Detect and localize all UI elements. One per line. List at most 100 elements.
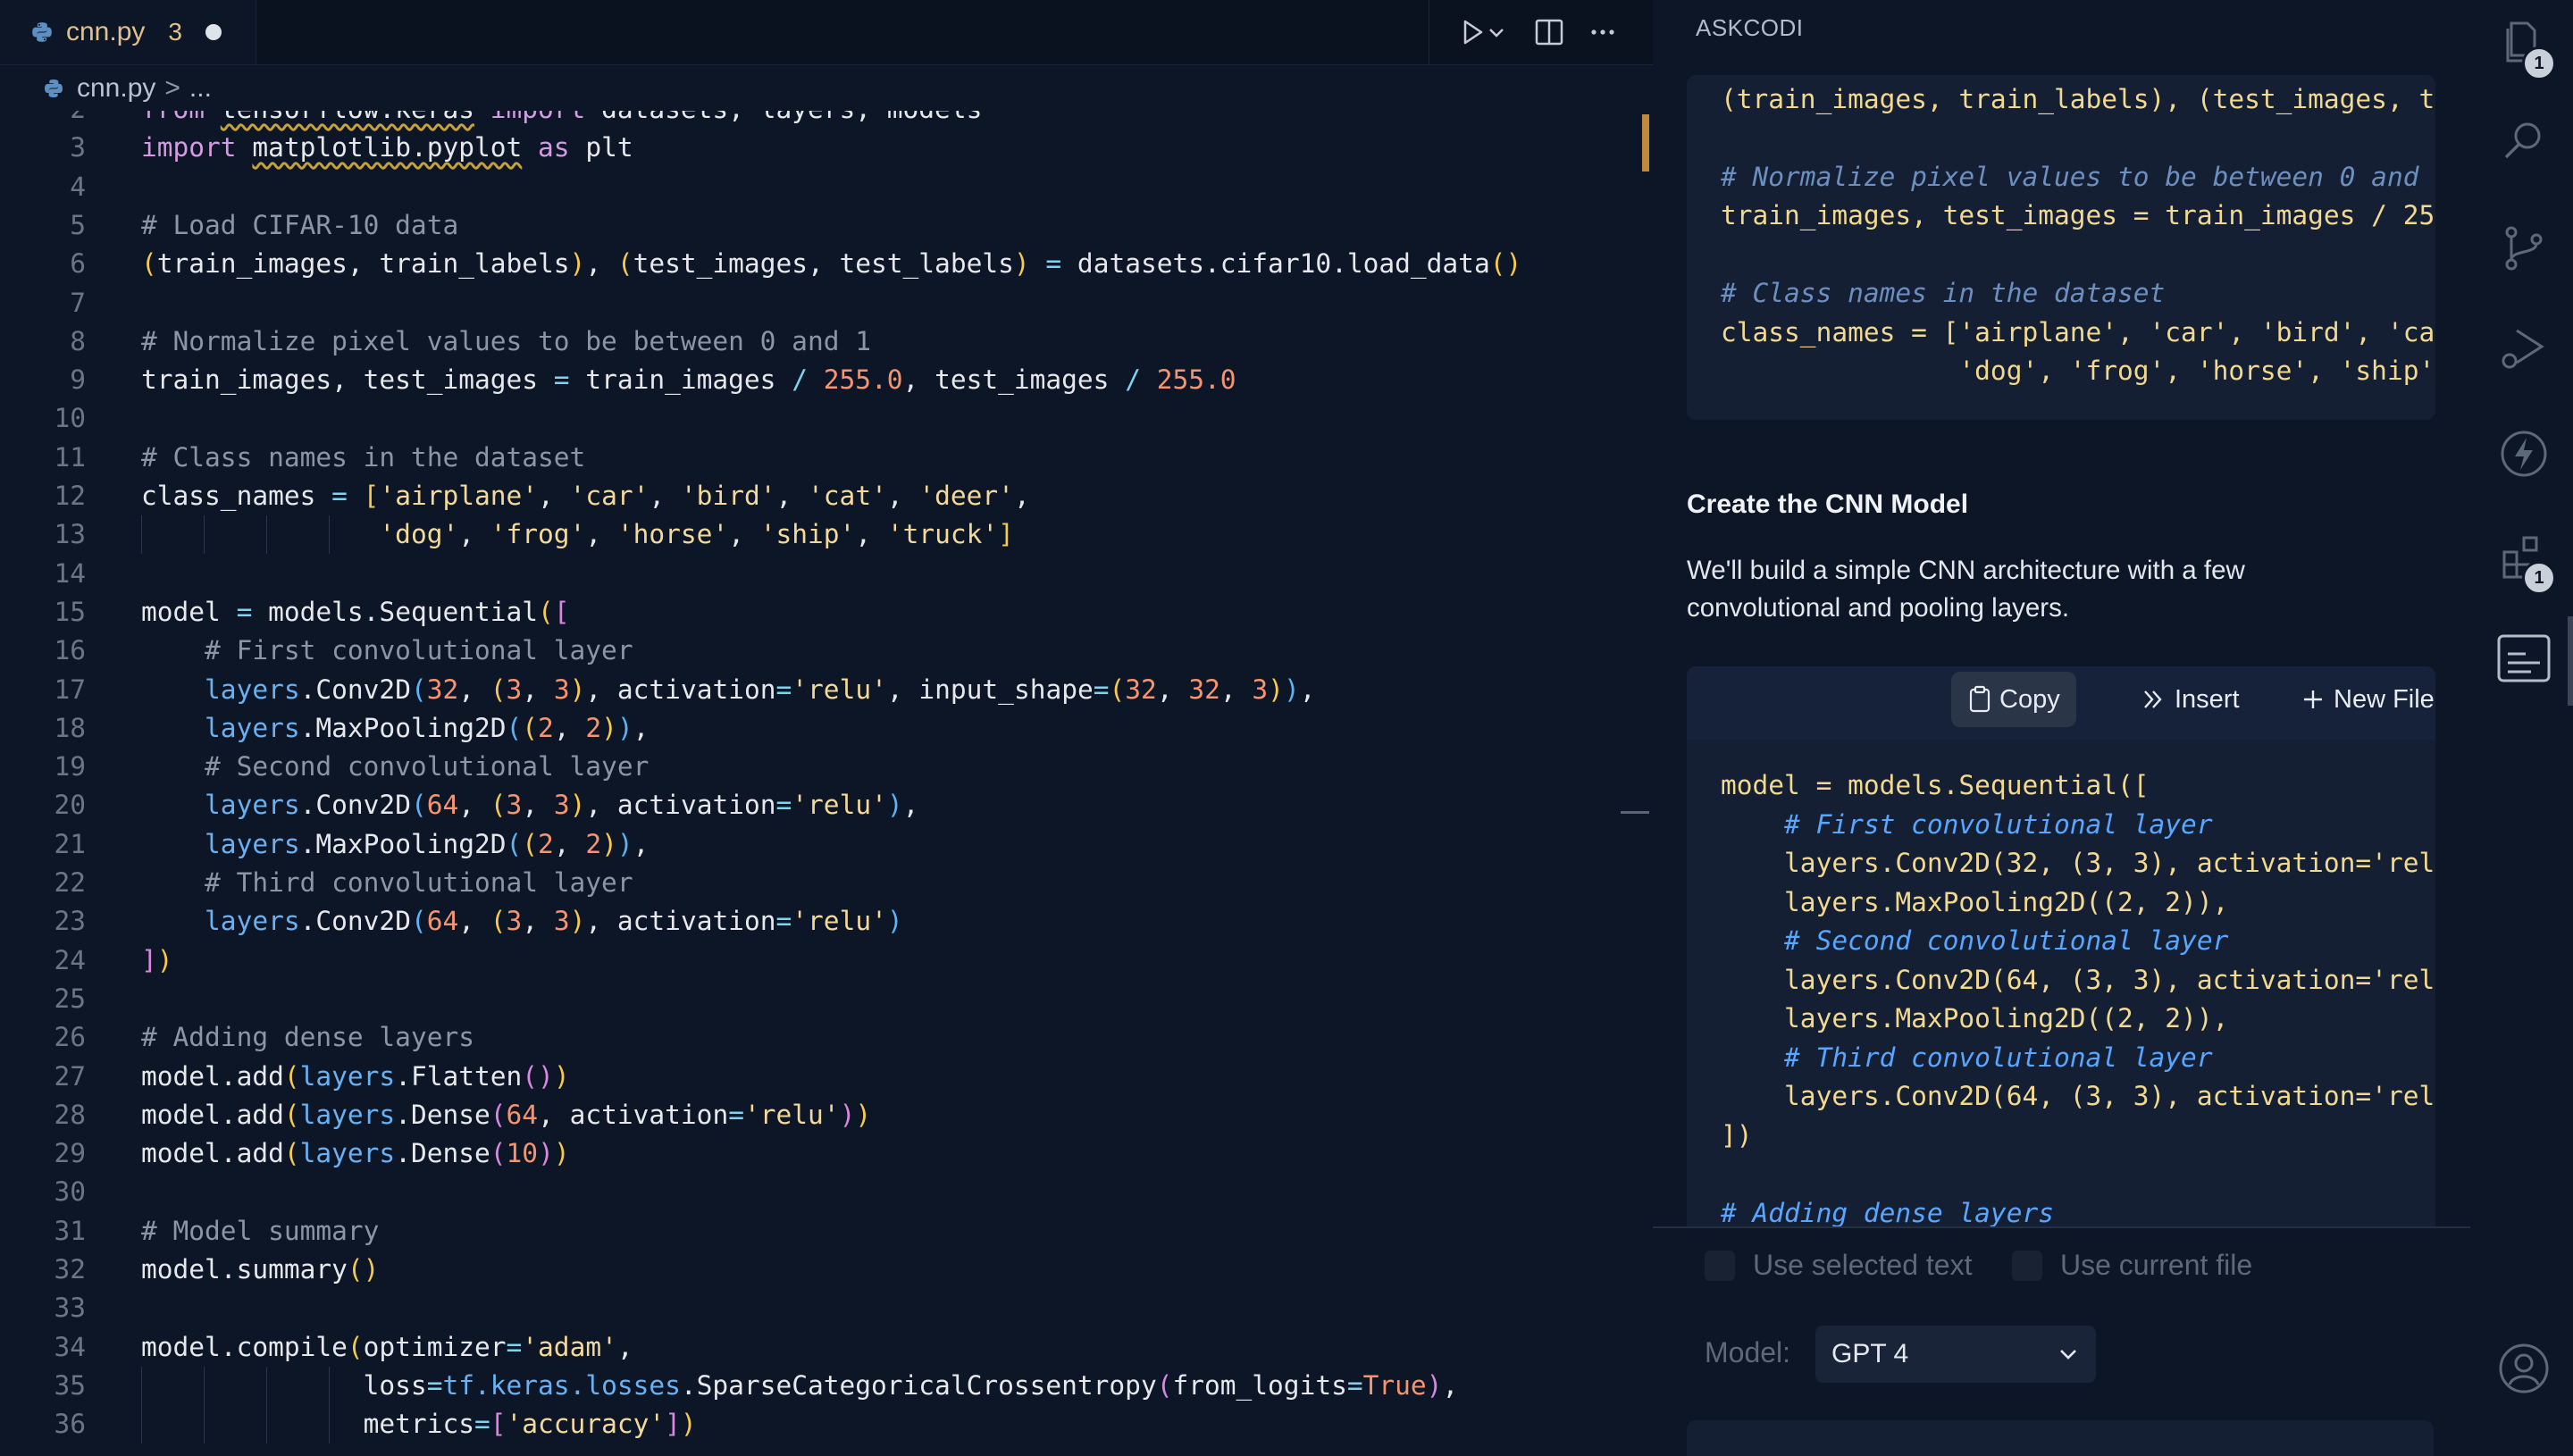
- code-line[interactable]: 22 # Third convolutional layer: [0, 864, 1635, 902]
- activity-bar: 1 1: [2470, 0, 2573, 1445]
- code-line[interactable]: 19 # Second convolutional layer: [0, 748, 1635, 786]
- code-block-line: layers.Conv2D(64, (3, 3), activation='re…: [1721, 964, 2435, 995]
- line-text: class_names = ['airplane', 'car', 'bird'…: [141, 481, 1030, 511]
- code-line[interactable]: 29 model.add(layers.Dense(10)): [0, 1134, 1635, 1173]
- line-text: model.add(layers.Dense(10)): [141, 1138, 570, 1169]
- prompt-input[interactable]: [1687, 1420, 2434, 1456]
- line-text: model.add(layers.Flatten()): [141, 1060, 570, 1092]
- line-number: 19: [54, 751, 86, 782]
- line-text: # Second convolutional layer: [205, 751, 650, 782]
- code-line[interactable]: 35 loss=tf.keras.losses.SparseCategorica…: [0, 1366, 1635, 1405]
- new-file-button[interactable]: New File: [2300, 672, 2435, 727]
- line-text: from tensorflow.keras import datasets, l…: [141, 111, 982, 129]
- copy-button[interactable]: Copy: [1951, 672, 2076, 727]
- line-number: 18: [54, 712, 86, 743]
- code-line[interactable]: 10: [0, 399, 1635, 438]
- run-debug-icon[interactable]: [2497, 322, 2551, 375]
- split-editor-icon[interactable]: [1530, 13, 1569, 52]
- askcodi-chat-icon[interactable]: [2497, 632, 2551, 686]
- code-line[interactable]: 14: [0, 555, 1635, 593]
- code-line[interactable]: 6 (train_images, train_labels), (test_ima…: [0, 245, 1635, 283]
- code-line[interactable]: 13 'dog', 'frog', 'horse', 'ship', 'truc…: [0, 515, 1635, 555]
- code-line[interactable]: 16 # First convolutional layer: [0, 632, 1635, 670]
- line-number: 7: [70, 287, 86, 318]
- code-line[interactable]: 25: [0, 980, 1635, 1018]
- breadcrumb: cnn.py > ...: [0, 66, 1653, 111]
- new-file-label: New File: [2334, 684, 2435, 714]
- code-line[interactable]: 27 model.add(layers.Flatten()): [0, 1058, 1635, 1096]
- panel-scrollbar[interactable]: [2568, 616, 2573, 706]
- code-line[interactable]: 9 train_images, test_images = train_image…: [0, 361, 1635, 399]
- scrollbar-change-marker: [1642, 114, 1649, 172]
- copy-label: Copy: [1999, 684, 2060, 714]
- code-block-line: 'dog', 'frog', 'horse', 'ship',: [1721, 356, 2435, 386]
- code-block-toolbar: Copy Insert New File: [1687, 666, 2435, 740]
- code-line[interactable]: 28 model.add(layers.Dense(64, activation=…: [0, 1096, 1635, 1134]
- section-heading: Create the CNN Model: [1687, 490, 1969, 519]
- line-number: 10: [54, 403, 86, 434]
- plus-icon: [2304, 690, 2322, 708]
- line-number: 28: [54, 1099, 86, 1130]
- unsaved-dot-icon[interactable]: [205, 24, 222, 40]
- insert-button[interactable]: Insert: [2141, 672, 2240, 727]
- breadcrumb-separator: >: [164, 73, 180, 103]
- line-number: 21: [54, 828, 86, 859]
- line-number: 2: [0, 111, 86, 129]
- code-line[interactable]: 5 # Load CIFAR-10 data: [0, 206, 1635, 245]
- account-icon[interactable]: [2497, 1342, 2551, 1395]
- use-current-file-checkbox[interactable]: [2012, 1250, 2042, 1281]
- breadcrumb-file[interactable]: cnn.py: [77, 73, 155, 104]
- code-line[interactable]: 18 layers.MaxPooling2D((2, 2)),: [0, 709, 1635, 748]
- line-number: 16: [54, 635, 86, 666]
- use-selected-text-label: Use selected text: [1753, 1249, 1973, 1281]
- code-line[interactable]: 11 # Class names in the dataset: [0, 439, 1635, 477]
- code-line[interactable]: 30: [0, 1173, 1635, 1211]
- code-line[interactable]: 4: [0, 168, 1635, 206]
- code-line[interactable]: 2 from tensorflow.keras import datasets, …: [0, 111, 1635, 129]
- code-block-line: layers.MaxPooling2D((2, 2)),: [1721, 886, 2229, 917]
- clipboard-icon: [1969, 685, 1991, 713]
- code-line[interactable]: 8 # Normalize pixel values to be between …: [0, 322, 1635, 361]
- use-current-file-option[interactable]: Use current file: [2012, 1249, 2252, 1282]
- code-line[interactable]: 33: [0, 1289, 1635, 1327]
- code-line[interactable]: 3 import matplotlib.pyplot as plt: [0, 129, 1635, 167]
- code-block-line: # Class names in the dataset: [1721, 278, 2166, 308]
- line-number: 29: [54, 1138, 86, 1169]
- code-area[interactable]: 2 from tensorflow.keras import datasets, …: [0, 111, 1635, 1445]
- line-text: layers.Conv2D(32, (3, 3), activation='re…: [205, 674, 1316, 705]
- use-selected-text-checkbox[interactable]: [1705, 1250, 1735, 1281]
- code-block-line: (train_images, train_labels), (test_imag…: [1721, 83, 2435, 114]
- extensions-badge: 1: [2522, 561, 2556, 595]
- code-line[interactable]: 21 layers.MaxPooling2D((2, 2)),: [0, 825, 1635, 864]
- code-line[interactable]: 36 metrics=['accuracy']): [0, 1405, 1635, 1444]
- tab-filename: cnn.py: [66, 17, 146, 46]
- code-line[interactable]: 26 # Adding dense layers: [0, 1018, 1635, 1057]
- source-control-icon[interactable]: [2497, 222, 2551, 275]
- code-line[interactable]: 15 model = models.Sequential([: [0, 593, 1635, 632]
- code-line[interactable]: 17 layers.Conv2D(32, (3, 3), activation=…: [0, 671, 1635, 709]
- python-icon: [45, 79, 63, 97]
- line-number: 35: [54, 1369, 86, 1401]
- code-line[interactable]: 32 model.summary(): [0, 1251, 1635, 1289]
- search-icon[interactable]: [2497, 114, 2551, 168]
- use-selected-text-option[interactable]: Use selected text: [1705, 1249, 1972, 1282]
- more-actions-icon[interactable]: [1583, 13, 1622, 52]
- model-select[interactable]: GPT 4: [1815, 1326, 2096, 1383]
- code-line[interactable]: 23 layers.Conv2D(64, (3, 3), activation=…: [0, 902, 1635, 941]
- line-text: layers.MaxPooling2D((2, 2)),: [205, 828, 650, 859]
- line-number: 26: [54, 1022, 86, 1053]
- tab-bar: cnn.py 3: [0, 0, 1653, 65]
- tab-cnn-py[interactable]: cnn.py 3: [0, 0, 256, 64]
- code-line[interactable]: 31 # Model summary: [0, 1212, 1635, 1251]
- code-line[interactable]: 12 class_names = ['airplane', 'car', 'bir…: [0, 477, 1635, 515]
- code-line[interactable]: 24]): [0, 941, 1635, 980]
- code-block-line: model = models.Sequential([: [1721, 770, 2150, 800]
- code-line[interactable]: 34 model.compile(optimizer='adam',: [0, 1328, 1635, 1367]
- line-text: metrics=['accuracy']): [141, 1409, 697, 1440]
- code-line[interactable]: 7: [0, 284, 1635, 322]
- line-text: # Adding dense layers: [141, 1022, 474, 1053]
- breadcrumb-more[interactable]: ...: [189, 73, 212, 104]
- lightning-icon[interactable]: [2497, 427, 2551, 481]
- chevron-down-icon[interactable]: [1483, 13, 1510, 52]
- code-line[interactable]: 20 layers.Conv2D(64, (3, 3), activation=…: [0, 786, 1635, 824]
